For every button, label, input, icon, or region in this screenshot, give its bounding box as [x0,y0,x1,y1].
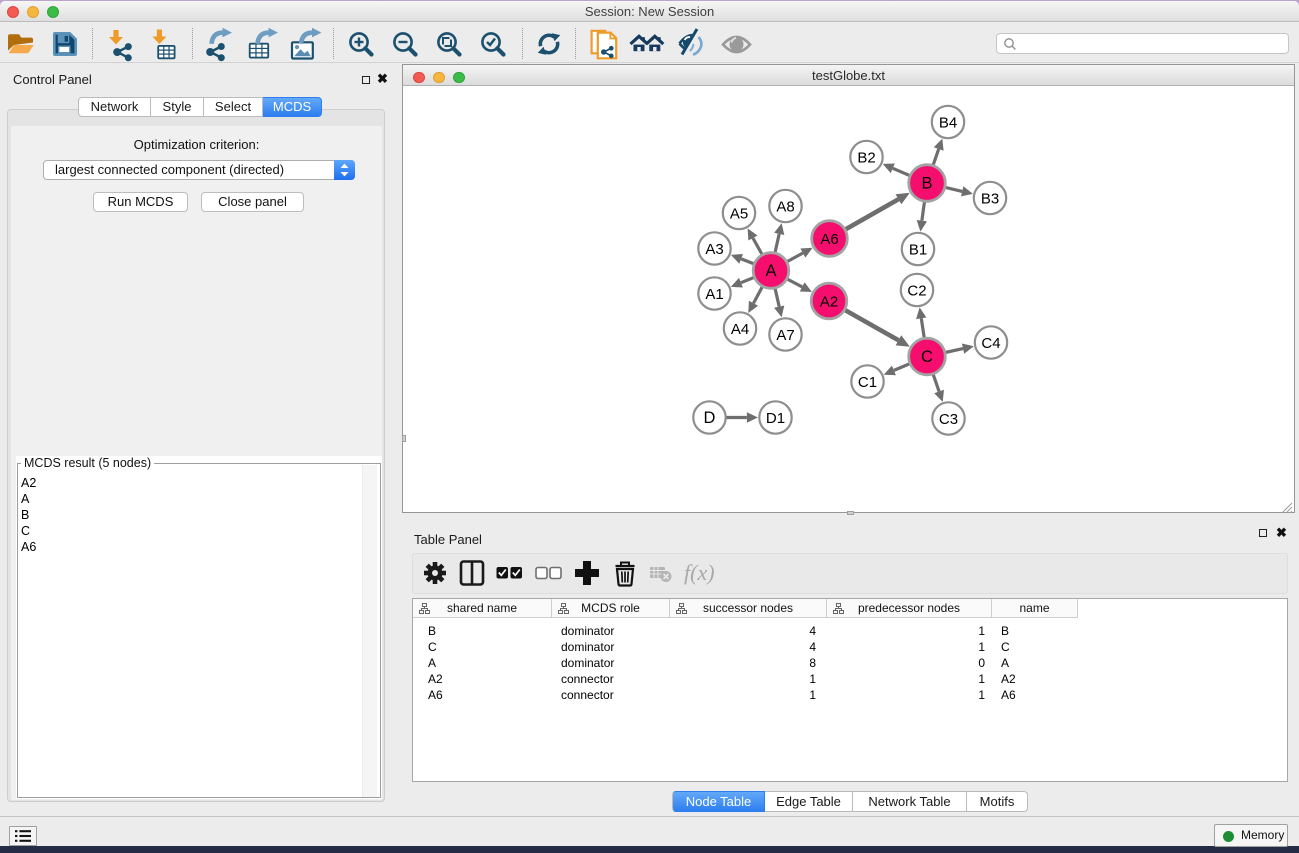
svg-text:C2: C2 [907,283,926,300]
svg-text:A3: A3 [705,241,723,258]
svg-text:C3: C3 [939,411,958,428]
svg-text:B: B [921,175,932,193]
svg-text:A4: A4 [731,321,749,338]
svg-text:A6: A6 [820,231,838,248]
svg-text:A: A [765,262,776,280]
svg-text:A8: A8 [776,199,794,216]
svg-text:B3: B3 [981,191,999,208]
svg-text:A7: A7 [776,327,794,344]
svg-text:A2: A2 [820,294,838,311]
svg-text:B4: B4 [939,115,957,132]
svg-text:C4: C4 [981,335,1000,352]
svg-text:C: C [921,348,933,366]
svg-text:B1: B1 [909,242,927,259]
svg-text:C1: C1 [858,374,877,391]
svg-text:f(x): f(x) [684,560,715,585]
svg-text:A1: A1 [705,286,723,303]
svg-text:D1: D1 [766,410,785,427]
svg-text:D: D [704,409,716,427]
svg-text:A5: A5 [730,206,748,223]
svg-text:B2: B2 [857,150,875,167]
